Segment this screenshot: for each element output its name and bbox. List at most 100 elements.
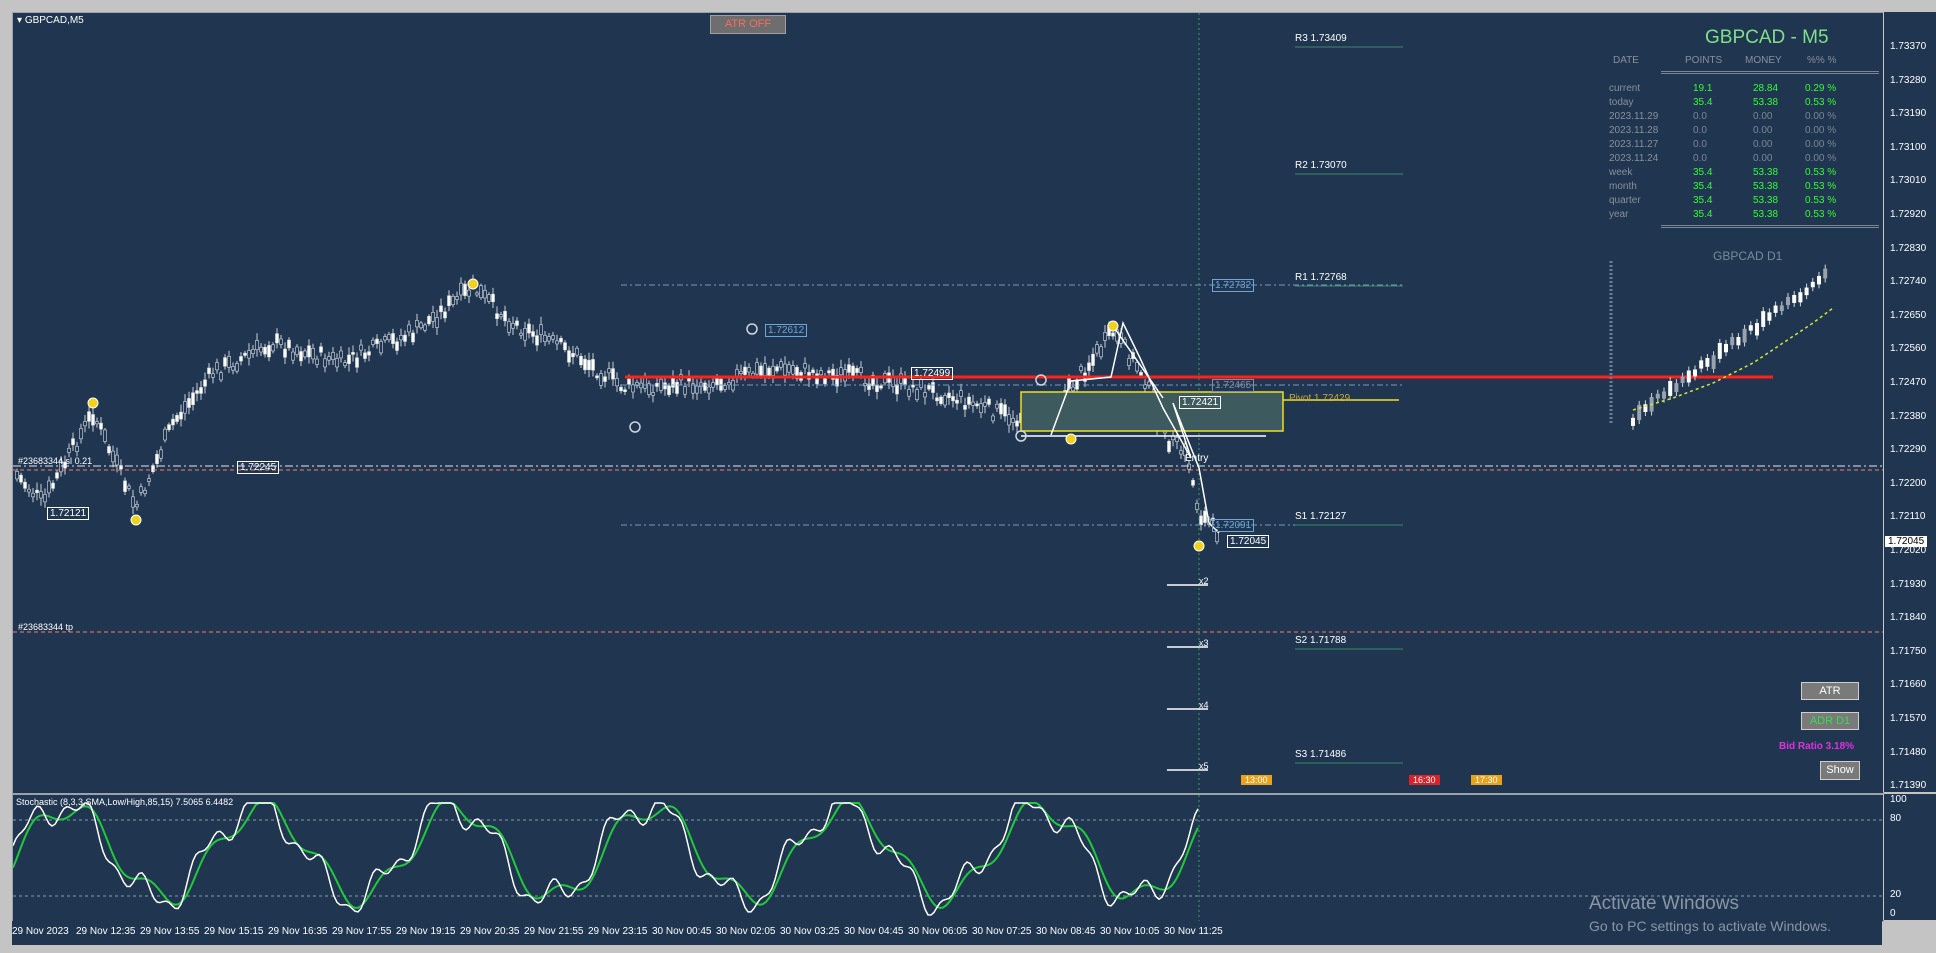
stats-cell-pct: 0.00 %	[1805, 139, 1837, 150]
d1-mini-chart	[1631, 264, 1828, 430]
time-axis-label: 30 Nov 10:05	[1100, 926, 1160, 937]
stoch-level: 20	[1890, 889, 1902, 900]
time-axis-label: 29 Nov 12:35	[76, 926, 136, 937]
stats-cell-points: 35.4	[1693, 195, 1713, 206]
stats-cell-points: 19.1	[1693, 83, 1713, 94]
price-axis-label: 1.71480	[1890, 746, 1927, 758]
price-axis-label: 1.71840	[1890, 612, 1927, 624]
time-axis-label: 29 Nov 13:55	[140, 926, 200, 937]
multiplier-label: x2	[1199, 576, 1209, 586]
stats-cell-label: 2023.11.24	[1609, 153, 1659, 164]
stats-cell-pct: 0.53 %	[1805, 181, 1837, 192]
stats-cell-pct: 0.00 %	[1805, 125, 1837, 136]
stats-header: %% %	[1807, 55, 1837, 66]
time-axis-label: 30 Nov 07:25	[972, 926, 1032, 937]
stats-cell-label: quarter	[1609, 195, 1641, 206]
stats-cell-pct: 0.53 %	[1805, 195, 1837, 206]
price-chart-canvas[interactable]	[13, 13, 1883, 793]
stats-cell-label: 2023.11.27	[1609, 139, 1659, 150]
time-axis-label: 29 Nov 16:35	[268, 926, 328, 937]
time-axis-label: 29 Nov 19:15	[396, 926, 456, 937]
time-axis-label: 30 Nov 11:25	[1164, 926, 1223, 937]
main-chart-panel[interactable]: ▾ GBPCAD,M5 ATR OFF R3 1.73409 R2 1.73070…	[12, 12, 1884, 794]
price-tag: 1.72091	[1212, 519, 1255, 532]
price-axis-label: 1.71750	[1890, 645, 1927, 657]
time-axis-label: 30 Nov 03:25	[780, 926, 840, 937]
price-axis-label: 1.72470	[1890, 377, 1927, 388]
price-axis-label: 1.72110	[1890, 511, 1926, 523]
stats-cell-pct: 0.29 %	[1805, 83, 1837, 94]
stats-cell-money: 28.84	[1753, 83, 1779, 94]
pivot-label: R3 1.73409	[1295, 33, 1347, 44]
show-button[interactable]: Show	[1820, 761, 1860, 780]
d1-chart-label: GBPCAD D1	[1713, 249, 1783, 263]
price-axis-label: 1.72560	[1890, 343, 1927, 355]
stats-cell-money: 0.00	[1753, 125, 1773, 136]
stats-cell-points: 35.4	[1693, 181, 1713, 192]
time-axis-label: 29 Nov 21:55	[524, 926, 584, 937]
time-axis-label: 30 Nov 02:05	[716, 926, 776, 937]
stats-cell-points: 0.0	[1693, 139, 1707, 150]
stats-cell-label: month	[1609, 181, 1637, 192]
bid-ratio-label: Bid Ratio 3.18%	[1779, 741, 1855, 752]
windows-watermark-title: Activate Windows	[1589, 893, 1739, 914]
entry-label: Entry	[1185, 453, 1209, 464]
atr-off-button[interactable]: ATR OFF	[710, 15, 786, 34]
stats-header: POINTS	[1685, 55, 1723, 66]
time-axis-label: 30 Nov 06:05	[908, 926, 968, 937]
pivot-label: S3 1.71486	[1295, 749, 1347, 760]
price-axis-label: 1.73100	[1890, 141, 1927, 153]
atr-button[interactable]: ATR	[1801, 682, 1859, 700]
stats-cell-pct: 0.00 %	[1805, 111, 1837, 122]
pivot-label: R2 1.73070	[1295, 160, 1347, 171]
price-axis-label: 1.71570	[1890, 713, 1927, 724]
stochastic-axis: 100 80 20 0	[1883, 794, 1936, 920]
stoch-level: 80	[1890, 813, 1902, 824]
stats-header: MONEY	[1745, 55, 1782, 66]
stats-cell-points: 0.0	[1693, 111, 1707, 122]
pivot-label: S1 1.72127	[1295, 511, 1347, 522]
price-axis-label: 1.72920	[1890, 209, 1927, 220]
event-tag[interactable]: 16:30	[1409, 775, 1440, 785]
stochastic-signal-line	[13, 802, 1199, 909]
stats-panel-title: GBPCAD - M5	[1705, 27, 1829, 48]
event-tag[interactable]: 17:30	[1471, 775, 1502, 785]
multiplier-label: x4	[1199, 700, 1209, 710]
fractal-marker	[746, 323, 758, 335]
current-price-label: 1.72045	[1885, 536, 1928, 547]
stats-cell-money: 53.38	[1753, 209, 1779, 220]
stats-cell-label: 2023.11.28	[1609, 125, 1659, 136]
fractal-marker	[1065, 433, 1077, 445]
price-axis-label: 1.71390	[1890, 780, 1927, 792]
stats-divider	[1661, 225, 1879, 228]
stats-cell-pct: 0.53 %	[1805, 209, 1837, 220]
price-axis-label: 1.72650	[1890, 309, 1927, 321]
fractal-marker	[1193, 540, 1205, 552]
stats-cell-points: 0.0	[1693, 125, 1707, 136]
event-tag[interactable]: 13:00	[1241, 775, 1272, 785]
price-tag: 1.72499	[911, 367, 954, 380]
time-axis-label: 29 Nov 20:35	[460, 926, 520, 937]
price-axis-label: 1.73010	[1890, 175, 1927, 187]
stats-cell-pct: 0.53 %	[1805, 167, 1837, 178]
price-axis-label: 1.72830	[1890, 242, 1927, 254]
price-axis-label: 1.73190	[1890, 108, 1927, 120]
stats-cell-money: 0.00	[1753, 139, 1773, 150]
price-tag: 1.72612	[765, 324, 808, 337]
time-axis-label: 29 Nov 17:55	[332, 926, 392, 937]
stoch-level: 0	[1890, 908, 1896, 919]
stats-cell-money: 0.00	[1753, 153, 1773, 164]
price-axis-label: 1.72290	[1890, 444, 1927, 456]
pivot-label: R1 1.72768	[1295, 272, 1347, 283]
stats-cell-money: 53.38	[1753, 181, 1779, 192]
stats-cell-label: current	[1609, 83, 1641, 94]
stats-cell-pct: 0.00 %	[1805, 153, 1837, 164]
price-axis[interactable]: 1.73370 1.73280 1.73190 1.73100 1.73010 1.729…	[1883, 12, 1936, 792]
price-tag: 1.72045	[1227, 535, 1270, 548]
adr-button[interactable]: ADR D1	[1801, 712, 1859, 730]
stats-header: DATE	[1613, 55, 1639, 66]
fractal-marker	[1107, 320, 1119, 332]
price-axis-label: 1.72200	[1890, 477, 1927, 489]
stats-divider	[1661, 71, 1879, 74]
price-axis-label: 1.72380	[1890, 410, 1927, 422]
